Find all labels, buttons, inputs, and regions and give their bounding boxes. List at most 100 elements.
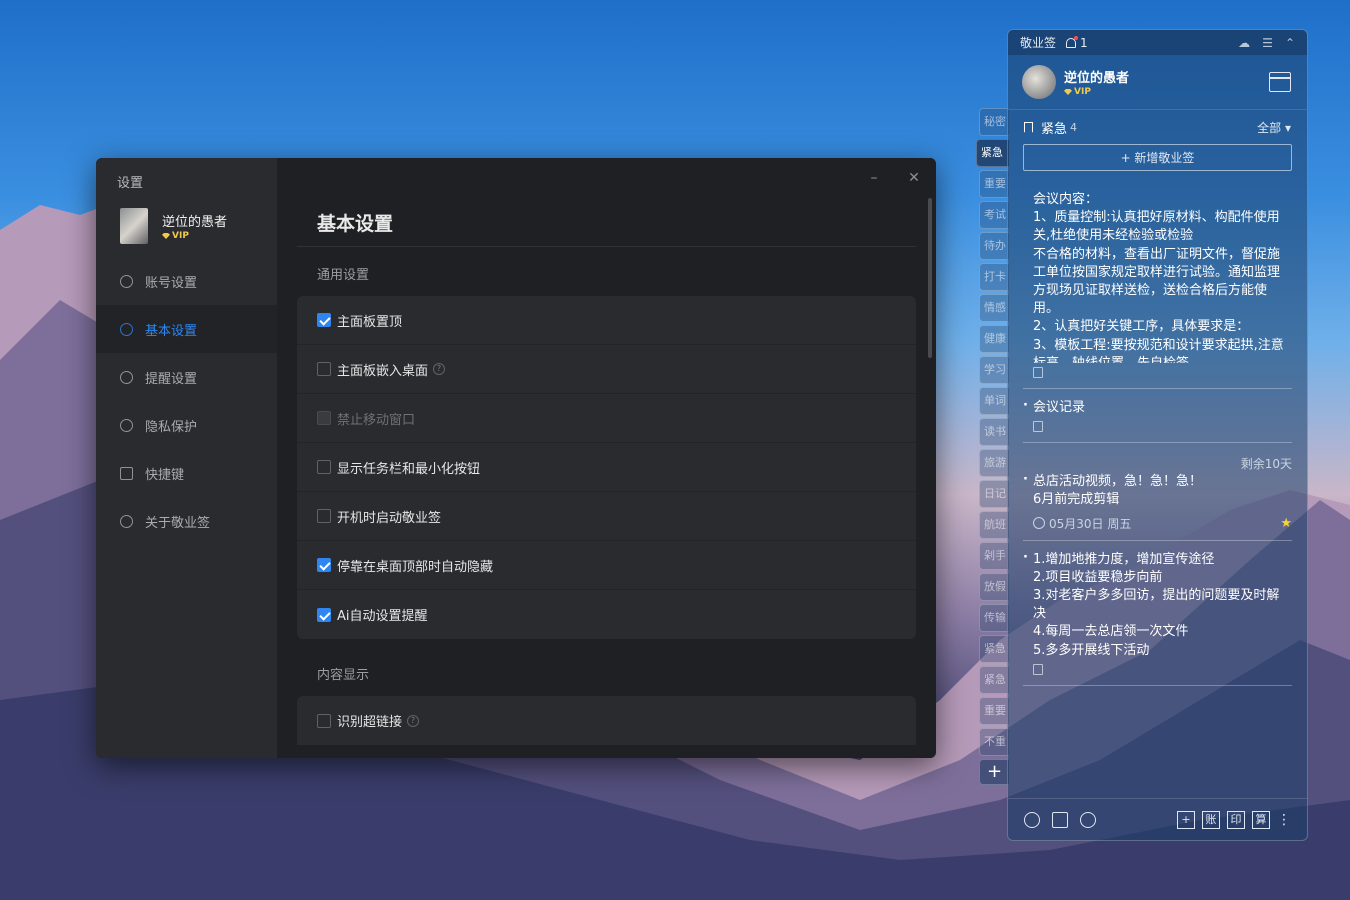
vip-badge: VIP xyxy=(162,231,227,241)
tab-item[interactable]: 秘密 xyxy=(979,108,1009,136)
checkbox[interactable] xyxy=(317,607,331,622)
note-item[interactable]: 剩余10天 总店活动视频，急！急！急！ 6月前完成剪辑 05月30日 周五 ★ xyxy=(1023,443,1292,541)
search-icon[interactable] xyxy=(1080,811,1096,828)
calendar-icon[interactable] xyxy=(1269,72,1291,92)
checkbox[interactable] xyxy=(317,558,331,572)
option-autostart[interactable]: 开机时启动敬业签 xyxy=(297,492,916,541)
tab-item[interactable]: 航班 xyxy=(979,511,1009,539)
option-detect-links[interactable]: 识别超链接? xyxy=(297,696,916,745)
tab-item[interactable]: 传输 xyxy=(979,604,1009,632)
settings-nav: 账号设置 基本设置 提醒设置 隐私保护 快捷键 关于敬业签 xyxy=(96,257,277,545)
note-reminder: 05月30日 周五 xyxy=(1033,515,1286,532)
checkbox[interactable] xyxy=(317,509,331,523)
nav-about[interactable]: 关于敬业签 xyxy=(96,497,277,545)
option-show-taskbar[interactable]: 显示任务栏和最小化按钮 xyxy=(297,443,916,492)
category-header: 紧急 4 全部 ▾ xyxy=(1008,110,1307,144)
minimize-button[interactable]: – xyxy=(866,170,882,186)
panel-toolbar: + 账 印 算 ⋮ xyxy=(1008,798,1307,840)
tab-item[interactable]: 放假 xyxy=(979,573,1009,601)
username: 逆位的愚者 xyxy=(1064,71,1130,86)
collapse-icon[interactable]: ⌃ xyxy=(1285,36,1295,50)
lock-icon xyxy=(1033,663,1043,675)
bell-icon xyxy=(120,370,133,384)
close-button[interactable]: ✕ xyxy=(906,170,922,186)
add-note-button[interactable]: + 新增敬业签 xyxy=(1023,144,1292,171)
help-icon[interactable]: ? xyxy=(433,363,446,375)
tab-item[interactable]: 日记 xyxy=(979,480,1009,508)
tab-item[interactable]: 紧急 xyxy=(979,666,1009,694)
tab-item[interactable]: 打卡 xyxy=(979,263,1009,291)
settings-content: – ✕ 基本设置 通用设置 主面板置顶 主面板嵌入桌面? 禁止移动窗口 显示任务… xyxy=(277,158,936,758)
help-icon[interactable]: ? xyxy=(407,714,420,727)
vip-badge: VIP xyxy=(1064,87,1129,97)
option-ai-reminder[interactable]: Ai自动设置提醒 xyxy=(297,590,916,639)
checkbox[interactable] xyxy=(317,713,331,728)
checkbox xyxy=(317,411,331,425)
tab-item[interactable]: 旅游 xyxy=(979,449,1009,477)
user-profile[interactable]: 逆位的愚者 VIP xyxy=(120,208,227,244)
nav-privacy[interactable]: 隐私保护 xyxy=(96,401,277,449)
history-icon[interactable] xyxy=(1024,811,1040,828)
nav-account-settings[interactable]: 账号设置 xyxy=(96,257,277,305)
notification-icon[interactable] xyxy=(1066,35,1079,48)
general-options: 主面板置顶 主面板嵌入桌面? 禁止移动窗口 显示任务栏和最小化按钮 开机时启动敬… xyxy=(297,296,916,639)
avatar[interactable] xyxy=(1022,65,1056,99)
nav-basic-settings[interactable]: 基本设置 xyxy=(96,305,277,353)
gem-icon xyxy=(162,233,170,239)
scrollbar[interactable] xyxy=(928,198,932,358)
info-icon xyxy=(120,514,133,528)
calendar-check-icon[interactable] xyxy=(1052,811,1068,828)
tab-item[interactable]: 重要 xyxy=(979,697,1009,725)
checkbox[interactable] xyxy=(317,460,331,474)
note-text: 1.增加地推力度，增加宣传途径 2.项目收益要稳步向前 3.对老客户多多回访，提… xyxy=(1023,549,1286,660)
ledger-button[interactable]: 账 xyxy=(1202,810,1220,829)
note-item[interactable]: 1.增加地推力度，增加宣传途径 2.项目收益要稳步向前 3.对老客户多多回访，提… xyxy=(1023,541,1292,686)
option-auto-hide[interactable]: 停靠在桌面顶部时自动隐藏 xyxy=(297,541,916,590)
more-icon[interactable]: ⋮ xyxy=(1277,812,1291,828)
tab-item[interactable]: 健康 xyxy=(979,325,1009,353)
tab-item-active[interactable]: 紧急 xyxy=(976,139,1009,167)
print-button[interactable]: 印 xyxy=(1227,810,1245,829)
lock-icon xyxy=(1033,421,1043,433)
menu-icon[interactable]: ☰ xyxy=(1262,36,1273,50)
tab-item[interactable]: 读书 xyxy=(979,418,1009,446)
checkbox[interactable] xyxy=(317,313,331,327)
panel-user: 逆位的愚者 VIP xyxy=(1008,55,1307,110)
option-pin-top[interactable]: 主面板置顶 xyxy=(297,296,916,345)
notification-count: 1 xyxy=(1080,35,1088,50)
tab-item[interactable]: 不重 xyxy=(979,728,1009,756)
star-icon[interactable]: ★ xyxy=(1280,516,1292,531)
tab-item[interactable]: 考试 xyxy=(979,201,1009,229)
option-embed-desktop[interactable]: 主面板嵌入桌面? xyxy=(297,345,916,394)
tab-item[interactable]: 剁手 xyxy=(979,542,1009,570)
avatar xyxy=(120,208,148,244)
category-name: 紧急 xyxy=(1041,121,1068,137)
note-text: 总店活动视频，急！急！急！ 6月前完成剪辑 xyxy=(1023,471,1286,509)
tab-item[interactable]: 重要 xyxy=(979,170,1009,198)
tab-item[interactable]: 紧急 xyxy=(979,635,1009,663)
add-tab-button[interactable]: + xyxy=(979,759,1009,785)
calc-button[interactable]: 算 xyxy=(1252,810,1270,829)
shield-icon xyxy=(120,418,133,432)
notes-panel: 敬业签 1 ☁ ☰ ⌃ 逆位的愚者 VIP 紧急 4 全部 ▾ + 新增敬业签 … xyxy=(1007,29,1308,841)
add-icon[interactable]: + xyxy=(1177,810,1195,829)
nav-reminder-settings[interactable]: 提醒设置 xyxy=(96,353,277,401)
note-item[interactable]: 会议内容： 1、质量控制:认真把好原材料、构配件使用关,杜绝使用未经检验或检验 … xyxy=(1023,191,1292,389)
tab-item[interactable]: 单词 xyxy=(979,387,1009,415)
tab-item[interactable]: 情感 xyxy=(979,294,1009,322)
note-item[interactable]: 会议记录 xyxy=(1023,389,1292,444)
remaining-days: 剩余10天 xyxy=(1240,457,1292,472)
page-title: 基本设置 xyxy=(317,213,394,235)
tab-item[interactable]: 待办 xyxy=(979,232,1009,260)
panel-titlebar: 敬业签 1 ☁ ☰ ⌃ xyxy=(1008,30,1307,55)
user-icon xyxy=(120,274,133,288)
username: 逆位的愚者 xyxy=(162,215,228,230)
nav-shortcuts[interactable]: 快捷键 xyxy=(96,449,277,497)
tab-item[interactable]: 学习 xyxy=(979,356,1009,384)
keyboard-icon xyxy=(120,466,133,480)
checkbox[interactable] xyxy=(317,362,331,376)
window-controls: – ✕ xyxy=(866,170,922,186)
cloud-icon[interactable]: ☁ xyxy=(1238,36,1250,50)
section-general-title: 通用设置 xyxy=(317,268,370,283)
filter-dropdown[interactable]: 全部 ▾ xyxy=(1257,119,1291,136)
